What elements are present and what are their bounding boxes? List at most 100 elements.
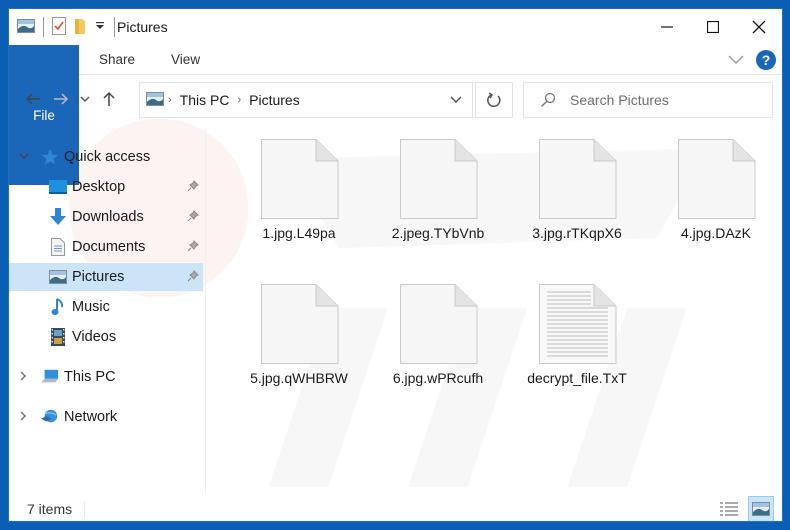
search-icon xyxy=(541,92,556,107)
properties-icon[interactable] xyxy=(52,16,66,38)
file-item[interactable]: 5.jpg.qWHBRW xyxy=(229,284,369,424)
file-name: 5.jpg.qWHBRW xyxy=(250,370,348,386)
file-name: 2.jpeg.TYbVnb xyxy=(391,225,485,241)
network-icon xyxy=(41,408,59,426)
blank-file-icon xyxy=(261,139,339,219)
breadcrumb-pictures[interactable]: Pictures xyxy=(249,92,300,108)
file-item[interactable]: 2.jpeg.TYbVnb xyxy=(368,139,508,279)
file-explorer-window: Pictures File Home Share View ? xyxy=(8,8,783,522)
chevron-down-icon xyxy=(80,96,90,102)
star-icon xyxy=(41,148,59,166)
pin-icon[interactable] xyxy=(187,270,199,286)
search-box[interactable] xyxy=(523,82,773,118)
help-button[interactable]: ? xyxy=(756,49,776,70)
videos-icon xyxy=(49,328,67,346)
pin-icon[interactable] xyxy=(187,180,199,196)
pane-divider[interactable] xyxy=(205,129,206,494)
documents-icon xyxy=(49,238,67,256)
details-view-button[interactable] xyxy=(716,496,742,521)
address-bar[interactable]: › This PC › Pictures xyxy=(139,82,473,118)
minimize-icon xyxy=(661,26,673,28)
sidebar-item-label: Pictures xyxy=(72,269,125,285)
address-history-dropdown[interactable] xyxy=(450,92,462,108)
file-name: 4.jpg.DAzK xyxy=(680,225,752,241)
close-icon xyxy=(752,20,766,34)
file-name: 1.jpg.L49pa xyxy=(262,225,336,241)
sidebar-item-pictures[interactable]: Pictures xyxy=(9,263,203,291)
sidebar-item-label: Desktop xyxy=(72,179,126,195)
maximize-icon xyxy=(707,21,719,33)
pin-icon[interactable] xyxy=(187,210,199,226)
toolbar-divider xyxy=(43,17,44,37)
refresh-button[interactable] xyxy=(475,82,513,118)
pictures-icon xyxy=(49,268,67,286)
breadcrumb-this-pc[interactable]: This PC xyxy=(180,92,230,108)
forward-button[interactable] xyxy=(47,84,75,114)
sidebar-item-this-pc[interactable]: This PC xyxy=(9,363,203,391)
sidebar-item-network[interactable]: Network xyxy=(9,403,203,431)
maximize-button[interactable] xyxy=(690,9,736,45)
blank-file-icon xyxy=(400,139,478,219)
status-divider xyxy=(84,501,86,517)
computer-icon xyxy=(41,368,59,386)
sidebar-item-label: Music xyxy=(72,299,110,315)
file-name: decrypt_file.TxT xyxy=(527,370,627,386)
sidebar-item-music[interactable]: Music xyxy=(9,293,203,321)
minimize-button[interactable] xyxy=(644,9,690,45)
file-item[interactable]: 3.jpg.rTKqpX6 xyxy=(507,139,647,279)
view-switcher xyxy=(716,496,774,521)
item-count: 7 items xyxy=(27,501,73,517)
customize-toolbar-dropdown-icon[interactable] xyxy=(94,19,106,35)
recent-locations-button[interactable] xyxy=(75,84,95,114)
sidebar-item-label: Documents xyxy=(72,239,146,255)
file-name: 3.jpg.rTKqpX6 xyxy=(532,225,622,241)
quick-access-toolbar xyxy=(9,16,115,38)
new-folder-icon[interactable] xyxy=(74,17,86,38)
window-title: Pictures xyxy=(117,19,168,35)
up-button[interactable] xyxy=(95,84,123,114)
blank-file-icon xyxy=(539,139,617,219)
large-icons-view-icon xyxy=(752,502,770,516)
forward-arrow-icon xyxy=(54,93,69,105)
ribbon-controls: ? xyxy=(728,45,782,74)
download-arrow-icon xyxy=(49,208,67,226)
desktop-icon xyxy=(49,178,67,196)
file-list: 1.jpg.L49pa 2.jpeg.TYbVnb 3.jpg.rTKqpX6 … xyxy=(207,129,782,494)
collapsed-chevron-icon[interactable] xyxy=(19,410,31,424)
tab-share[interactable]: Share xyxy=(81,45,153,74)
breadcrumb-separator-icon: › xyxy=(168,94,172,106)
pictures-folder-icon[interactable] xyxy=(17,18,35,36)
back-button[interactable] xyxy=(19,84,47,114)
blank-file-icon xyxy=(400,284,478,364)
close-button[interactable] xyxy=(736,9,782,45)
pin-icon[interactable] xyxy=(187,240,199,256)
expand-ribbon-chevron-icon[interactable] xyxy=(728,52,744,68)
toolbar-divider xyxy=(114,17,115,37)
file-item[interactable]: 6.jpg.wPRcufh xyxy=(368,284,508,424)
file-item[interactable]: 4.jpg.DAzK xyxy=(646,139,782,279)
navigation-pane: Quick access Desktop Downloads Documents xyxy=(9,139,205,484)
sidebar-item-desktop[interactable]: Desktop xyxy=(9,173,203,201)
ribbon-tabs: File Home Share View ? xyxy=(9,45,782,185)
file-item[interactable]: 1.jpg.L49pa xyxy=(229,139,369,279)
sidebar-item-label: Downloads xyxy=(72,209,144,225)
sidebar-item-downloads[interactable]: Downloads xyxy=(9,203,203,231)
sidebar-item-label: Network xyxy=(64,409,118,425)
large-icons-view-button[interactable] xyxy=(748,496,774,521)
music-note-icon xyxy=(49,298,67,316)
sidebar-item-quick-access[interactable]: Quick access xyxy=(9,143,203,171)
collapsed-chevron-icon[interactable] xyxy=(19,370,31,384)
title-bar: Pictures xyxy=(9,9,782,45)
tab-view[interactable]: View xyxy=(153,45,218,74)
chevron-down-icon xyxy=(450,96,462,104)
expanded-chevron-icon[interactable] xyxy=(19,151,31,163)
back-arrow-icon xyxy=(25,93,40,105)
search-input[interactable] xyxy=(570,92,750,108)
blank-file-icon xyxy=(678,139,756,219)
file-item[interactable]: decrypt_file.TxT xyxy=(507,284,647,424)
sidebar-item-documents[interactable]: Documents xyxy=(9,233,203,261)
sidebar-item-videos[interactable]: Videos xyxy=(9,323,203,351)
breadcrumb-separator-icon: › xyxy=(237,94,242,106)
sidebar-item-label: This PC xyxy=(64,369,116,385)
pictures-location-icon xyxy=(146,91,164,109)
